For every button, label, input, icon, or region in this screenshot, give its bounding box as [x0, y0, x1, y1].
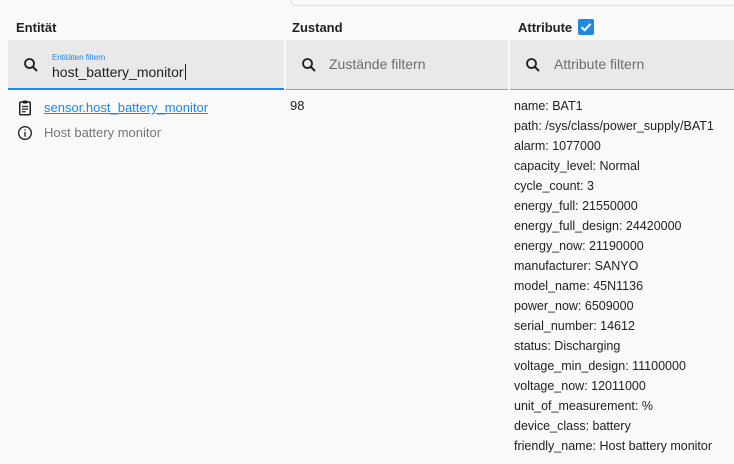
state-filter-field[interactable]: Zustände filtern — [286, 40, 508, 90]
clipboard-icon[interactable] — [16, 99, 34, 117]
attribute-item: device_class: battery — [514, 419, 631, 433]
search-icon — [526, 58, 540, 72]
attribute-item: alarm: 1077000 — [514, 139, 601, 153]
top-bar-edge — [290, 0, 734, 6]
attribute-item: manufacturer: SANYO — [514, 259, 639, 273]
search-icon — [24, 58, 38, 72]
entity-state: 98 — [290, 98, 305, 113]
attributes-filter-field[interactable]: Attribute filtern — [510, 40, 734, 90]
attribute-item: unit_of_measurement: % — [514, 399, 653, 413]
entity-id-link[interactable]: sensor.host_battery_monitor — [44, 100, 208, 115]
attribute-item: path: /sys/class/power_supply/BAT1 — [514, 119, 714, 133]
attribute-item: power_now: 6509000 — [514, 299, 634, 313]
attribute-item: energy_full_design: 24420000 — [514, 219, 682, 233]
search-icon — [302, 58, 316, 72]
attribute-item: name: BAT1 — [514, 99, 583, 113]
state-filter-input[interactable]: Zustände filtern — [329, 56, 426, 72]
attribute-item: cycle_count: 3 — [514, 179, 594, 193]
attribute-item: voltage_now: 12011000 — [514, 379, 646, 393]
entity-filter-field[interactable]: Entitäten filtern host_battery_monitor — [8, 40, 284, 90]
attribute-list: name: BAT1 path: /sys/class/power_supply… — [514, 98, 714, 458]
attribute-item: status: Discharging — [514, 339, 621, 353]
entity-friendly-name: Host battery monitor — [44, 125, 162, 140]
attribute-item: model_name: 45N1136 — [514, 279, 644, 293]
attributes-filter-input[interactable]: Attribute filtern — [554, 56, 644, 72]
header-attributes: Attribute — [518, 20, 573, 35]
entity-filter-label: Entitäten filtern — [52, 53, 106, 62]
attributes-checkbox[interactable] — [578, 19, 594, 35]
info-icon[interactable] — [17, 125, 33, 141]
attribute-item: energy_now: 21190000 — [514, 239, 644, 253]
attribute-item: capacity_level: Normal — [514, 159, 640, 173]
attribute-item: energy_full: 21550000 — [514, 199, 638, 213]
attribute-item: friendly_name: Host battery monitor — [514, 439, 713, 453]
entity-filter-input[interactable]: host_battery_monitor — [52, 64, 186, 80]
check-icon — [580, 23, 592, 32]
attribute-item: voltage_min_design: 11100000 — [514, 359, 686, 373]
header-entity: Entität — [16, 20, 57, 35]
header-state: Zustand — [292, 20, 343, 35]
attribute-item: serial_number: 14612 — [514, 319, 635, 333]
